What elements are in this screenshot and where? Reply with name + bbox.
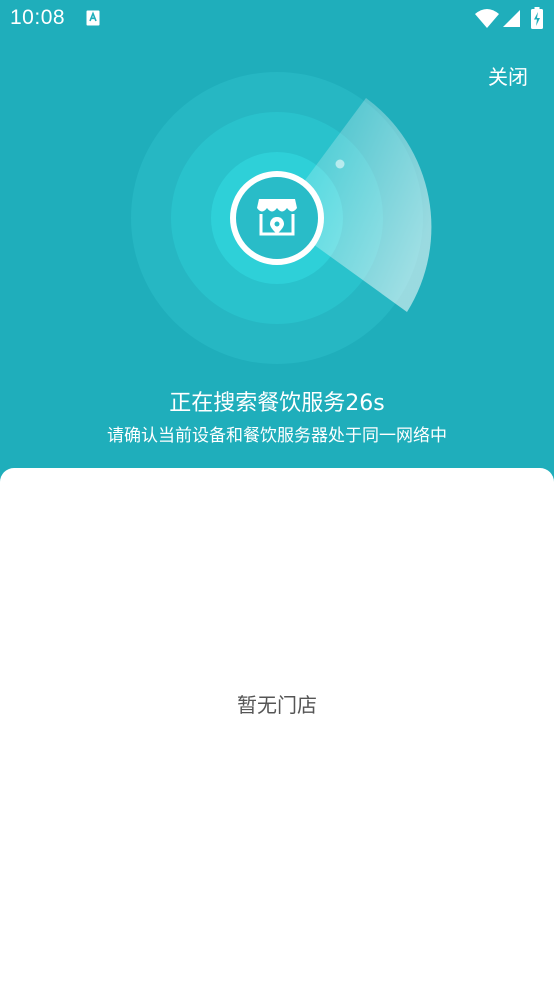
- app-notification-icon: [86, 10, 100, 26]
- battery-charging-icon: [531, 7, 543, 29]
- search-status-title: 正在搜索餐饮服务26s: [169, 391, 385, 416]
- close-button[interactable]: 关闭: [488, 61, 528, 90]
- signal-icon: [503, 10, 520, 27]
- wifi-icon: [475, 9, 499, 28]
- empty-state-text: 暂无门店: [237, 693, 317, 717]
- store-list-panel: 暂无门店: [0, 468, 554, 984]
- search-hint-text: 请确认当前设备和餐饮服务器处于同一网络中: [107, 426, 447, 446]
- status-bar: 10:08: [0, 0, 554, 38]
- status-time: 10:08: [10, 6, 66, 29]
- radar-dot: [335, 159, 345, 169]
- radar-animation: [131, 72, 432, 364]
